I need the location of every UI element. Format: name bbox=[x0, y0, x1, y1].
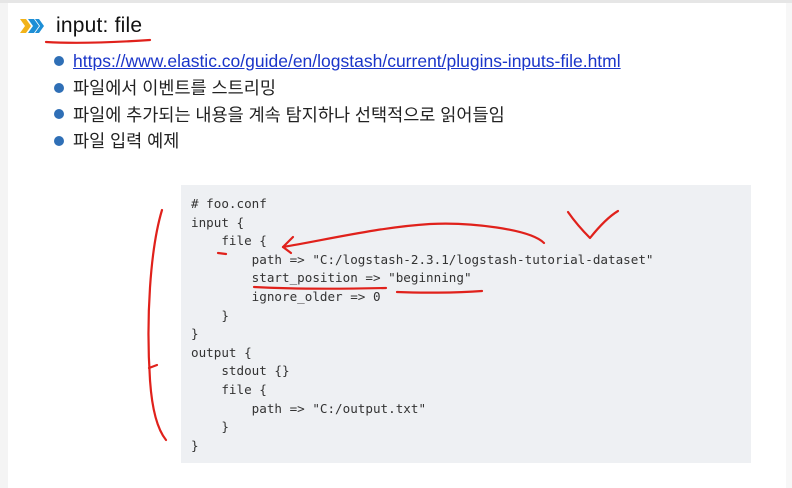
bullet-item: 파일 입력 예제 bbox=[54, 128, 621, 155]
code-line: } bbox=[191, 326, 199, 342]
bullet-dot-icon bbox=[54, 109, 64, 120]
left-margin-strip bbox=[0, 3, 8, 488]
code-line: stdout {} bbox=[191, 363, 290, 379]
code-line: input { bbox=[191, 214, 245, 230]
top-divider bbox=[0, 0, 792, 3]
bullet-text: 파일에 추가되는 내용을 계속 탐지하나 선택적으로 읽어들임 bbox=[73, 104, 505, 125]
code-line: start_position => "beginning" bbox=[191, 270, 472, 286]
title-text: input: file bbox=[56, 14, 143, 37]
bullet-text: 파일 입력 예제 bbox=[73, 131, 180, 152]
code-text: # foo.conf input { file { path => "C:/lo… bbox=[191, 195, 654, 455]
code-line: file { bbox=[191, 233, 267, 249]
code-line: } bbox=[191, 307, 229, 323]
bullet-dot-icon bbox=[54, 135, 64, 146]
bullet-dot-icon bbox=[54, 56, 64, 67]
bullet-item[interactable]: https://www.elastic.co/guide/en/logstash… bbox=[54, 48, 621, 75]
bracket-tick-mark bbox=[147, 363, 159, 370]
title-underline-mark bbox=[44, 38, 152, 44]
slide-title: input: file bbox=[20, 12, 142, 40]
code-line: file { bbox=[191, 381, 267, 397]
docs-link[interactable]: https://www.elastic.co/guide/en/logstash… bbox=[73, 51, 621, 72]
bullet-item: 파일에 추가되는 내용을 계속 탐지하나 선택적으로 읽어들임 bbox=[54, 101, 621, 128]
chevrons-icon bbox=[20, 19, 44, 33]
bullet-text: 파일에서 이벤트를 스트리밍 bbox=[73, 78, 276, 99]
bullet-item: 파일에서 이벤트를 스트리밍 bbox=[54, 75, 621, 102]
code-line: # foo.conf bbox=[191, 196, 267, 211]
left-bracket-mark bbox=[147, 208, 168, 442]
right-margin-strip bbox=[786, 3, 792, 488]
code-line: ignore_older => 0 bbox=[191, 288, 381, 304]
code-line: } bbox=[191, 419, 229, 435]
code-line: output { bbox=[191, 344, 252, 360]
bullet-dot-icon bbox=[54, 82, 64, 93]
code-block: # foo.conf input { file { path => "C:/lo… bbox=[181, 185, 751, 463]
bullet-list: https://www.elastic.co/guide/en/logstash… bbox=[54, 48, 621, 154]
code-line: path => "C:/logstash-2.3.1/logstash-tuto… bbox=[191, 251, 654, 267]
code-line: path => "C:/output.txt" bbox=[191, 400, 427, 416]
code-line: } bbox=[191, 437, 199, 453]
